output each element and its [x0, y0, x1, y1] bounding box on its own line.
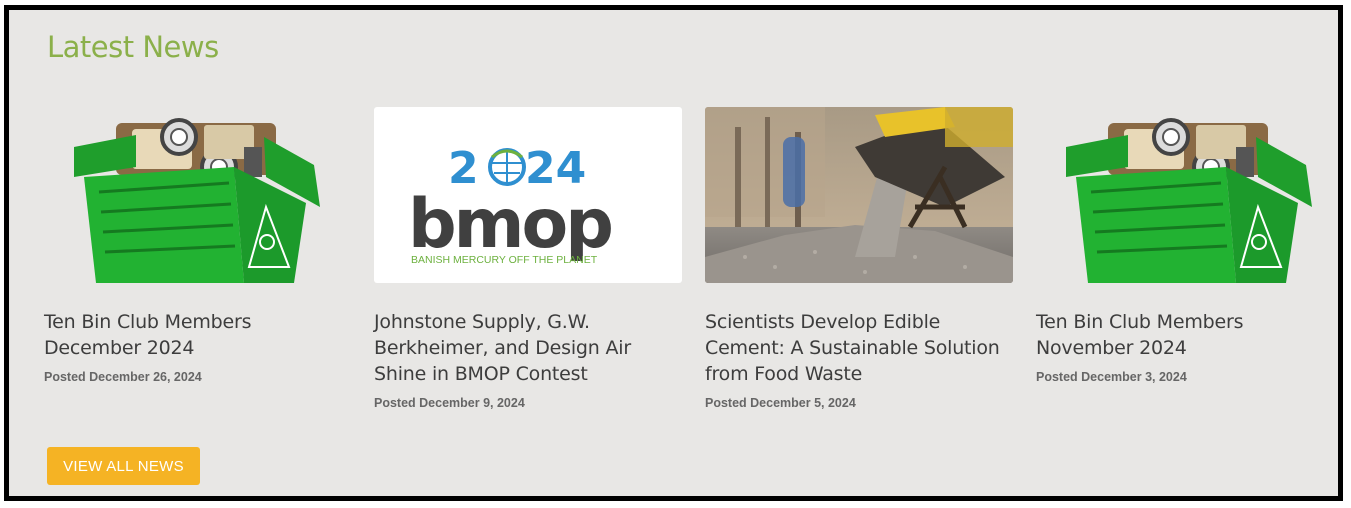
latest-news-section: Latest News Ten Bin Club Members Decembe…	[4, 5, 1343, 501]
news-card[interactable]: Scientists Develop Edible Cement: A Sust…	[705, 107, 1013, 410]
news-thumbnail[interactable]	[1036, 107, 1338, 283]
news-card[interactable]: Ten Bin Club Members November 2024 Poste…	[1036, 107, 1338, 384]
bmop-logo: 2 24 bmop BANISH MERCURY OFF THE PLANET	[374, 107, 682, 283]
news-date: Posted December 9, 2024	[374, 396, 525, 410]
news-thumbnail[interactable]: 2 24 bmop BANISH MERCURY OFF THE PLANET	[374, 107, 682, 283]
view-all-news-button[interactable]: VIEW ALL NEWS	[47, 447, 200, 485]
green-recycling-bin-icon	[1036, 107, 1338, 283]
news-title[interactable]: Ten Bin Club Members December 2024	[44, 309, 344, 361]
bmop-logo-tagline: BANISH MERCURY OFF THE PLANET	[411, 254, 598, 266]
bmop-logo-wordmark: bmop	[408, 185, 611, 264]
cement-pour-photo	[705, 107, 1013, 283]
news-date: Posted December 3, 2024	[1036, 370, 1187, 384]
news-date: Posted December 5, 2024	[705, 396, 856, 410]
news-title[interactable]: Scientists Develop Edible Cement: A Sust…	[705, 309, 1005, 387]
news-title[interactable]: Johnstone Supply, G.W. Berkheimer, and D…	[374, 309, 674, 387]
news-thumbnail[interactable]	[705, 107, 1013, 283]
news-title[interactable]: Ten Bin Club Members November 2024	[1036, 309, 1336, 361]
section-title: Latest News	[47, 30, 219, 64]
news-thumbnail[interactable]	[44, 107, 352, 283]
news-card[interactable]: 2 24 bmop BANISH MERCURY OFF THE PLANET …	[374, 107, 682, 410]
green-recycling-bin-icon	[44, 107, 352, 283]
news-card[interactable]: Ten Bin Club Members December 2024 Poste…	[44, 107, 352, 384]
news-date: Posted December 26, 2024	[44, 370, 202, 384]
